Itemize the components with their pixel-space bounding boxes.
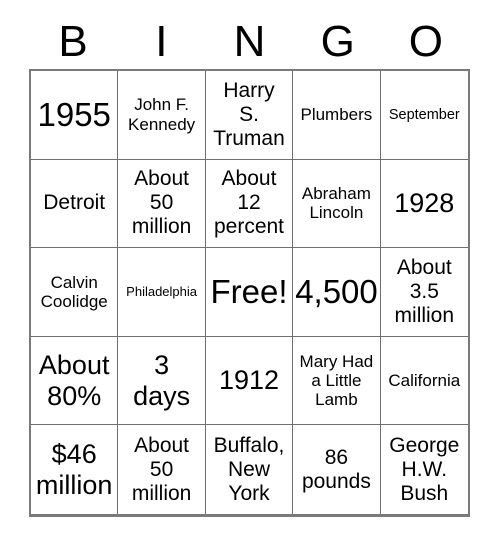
bingo-cell[interactable]: About 12 percent [205, 159, 294, 249]
bingo-cell-label: Free! [210, 273, 288, 311]
bingo-cell[interactable]: 1955 [31, 71, 119, 160]
bingo-header-letter-o: O [408, 16, 444, 66]
bingo-cell[interactable]: California [380, 336, 468, 426]
bingo-cell-label: 1912 [218, 365, 280, 396]
bingo-cell-label: 4,500 [295, 273, 378, 311]
bingo-cell[interactable]: George H.W. Bush [380, 425, 468, 514]
bingo-header-letter-n: N [233, 16, 266, 66]
bingo-cell-label: Harry S. Truman [213, 78, 285, 150]
bingo-cell[interactable]: Abraham Lincoln [293, 159, 381, 249]
bingo-cell-label: About 3.5 million [394, 256, 455, 327]
bingo-cell[interactable]: 3 days [118, 336, 206, 426]
bingo-cell[interactable]: About 50 million [118, 159, 206, 249]
bingo-cell[interactable]: Buffalo, New York [205, 425, 294, 514]
bingo-cell-label: Buffalo, New York [213, 433, 285, 505]
bingo-cell-label: Plumbers [300, 105, 373, 125]
bingo-header-row: BINGO [29, 14, 470, 69]
bingo-header-letter-g: G [320, 16, 355, 66]
bingo-cell[interactable]: About 3.5 million [380, 248, 468, 337]
bingo-cell[interactable]: $46 million [31, 425, 119, 514]
bingo-cell-label: Abraham Lincoln [301, 184, 371, 223]
bingo-cell[interactable]: Calvin Coolidge [31, 248, 119, 337]
bingo-cell-label: Mary Had a Little Lamb [299, 351, 374, 410]
bingo-cell[interactable]: Detroit [31, 159, 119, 249]
bingo-cell[interactable]: 1912 [205, 336, 294, 426]
bingo-cell[interactable]: Plumbers [293, 71, 381, 160]
bingo-cell-label: George H.W. Bush [389, 433, 460, 505]
bingo-cell[interactable]: John F. Kennedy [118, 71, 206, 160]
bingo-cell-label: $46 million [35, 438, 113, 500]
bingo-cell-label: Calvin Coolidge [40, 272, 108, 311]
bingo-header-letter-b: B [58, 16, 88, 66]
bingo-cell-label: 1955 [37, 95, 111, 133]
bingo-header-letter-i: I [155, 16, 168, 66]
bingo-cell-label: 3 days [133, 349, 191, 411]
bingo-cell[interactable]: About 50 million [118, 425, 206, 514]
bingo-cell-label: John F. Kennedy [128, 95, 196, 134]
bingo-cell[interactable]: 4,500 [293, 248, 381, 337]
bingo-cell-label: 86 pounds [301, 445, 371, 493]
bingo-cell[interactable]: Philadelphia [118, 248, 206, 337]
bingo-cell-label: 1928 [394, 188, 455, 218]
bingo-free-space[interactable]: Free! [205, 248, 294, 337]
bingo-cell[interactable]: 86 pounds [293, 425, 381, 514]
bingo-cell-label: Philadelphia [126, 283, 198, 299]
bingo-cell-label: About 50 million [131, 433, 192, 505]
bingo-cell[interactable]: 1928 [380, 159, 468, 249]
bingo-cell[interactable]: Mary Had a Little Lamb [293, 336, 381, 426]
bingo-cell[interactable]: September [380, 71, 468, 160]
bingo-grid: 1955 John F. Kennedy Harry S. Truman Plumbe… [29, 69, 470, 517]
bingo-cell[interactable]: About 80% [31, 336, 119, 426]
bingo-cell[interactable]: Harry S. Truman [205, 71, 294, 160]
bingo-cell-label: California [388, 370, 461, 390]
bingo-cell-label: About 12 percent [213, 167, 285, 239]
bingo-card: B I N G O 1955 John F. Kennedy Harry S. Truman… [0, 0, 500, 544]
bingo-cell-label: About 50 million [131, 167, 192, 239]
bingo-cell-label: September [388, 106, 460, 123]
bingo-cell-label: About 80% [38, 349, 110, 411]
bingo-cell-label: Detroit [43, 191, 106, 215]
